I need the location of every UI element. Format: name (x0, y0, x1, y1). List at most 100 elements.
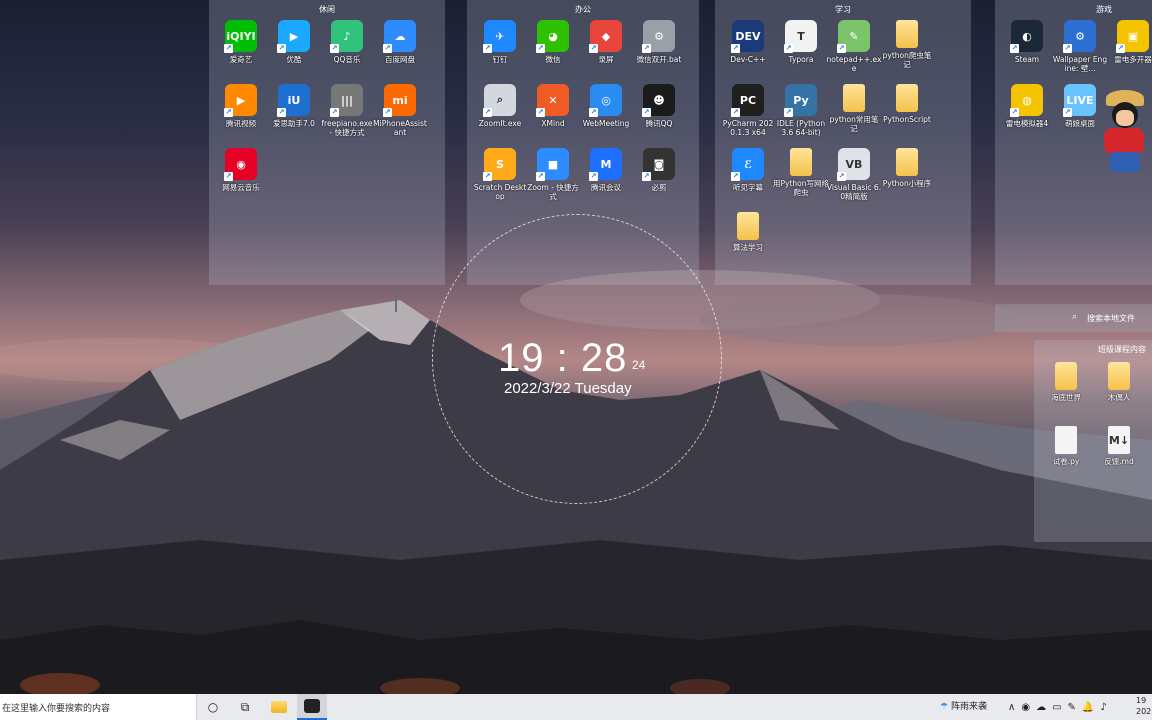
desktop-icon[interactable]: ◐ ↗ Steam (999, 20, 1055, 64)
desktop-icon-label: 必剪 (651, 183, 667, 192)
desktop-icon[interactable]: M ↗ 腾讯会议 (578, 148, 634, 192)
taskbar-search-box[interactable]: 在这里输入你要搜索的内容 (0, 694, 197, 720)
desktop-icon[interactable]: python常用笔记 (826, 84, 882, 133)
desktop-icon[interactable]: ⚙ ↗ Wallpaper Engine: 壁... (1052, 20, 1108, 73)
desktop-icon[interactable]: PythonScript (879, 84, 935, 124)
app-icon: ⚙ ↗ (1063, 20, 1096, 53)
desktop-icon[interactable]: 海底世界 (1038, 362, 1094, 402)
tray-icon[interactable]: ∧ (1008, 702, 1015, 713)
desktop-icon[interactable]: DEV ↗ Dev-C++ (720, 20, 776, 64)
clock-time: 19 : 28 (498, 336, 628, 380)
shortcut-arrow-icon: ↗ (277, 44, 286, 53)
app-icon: ✎ ↗ (837, 20, 870, 53)
desktop-icon-label: 微信双开.bat (636, 55, 682, 64)
weather-widget[interactable]: ☂ 阵雨来袭 (940, 699, 987, 712)
app-icon: ◍ ↗ (1010, 84, 1043, 117)
desktop-icon[interactable]: Py ↗ IDLE (Python 3.6 64-bit) (773, 84, 829, 137)
app-icon: ✕ ↗ (536, 84, 569, 117)
system-tray: ∧ ◉ ☁ ▭ ✎ 🔔 ♪ (1008, 694, 1107, 720)
shortcut-arrow-icon: ↗ (731, 172, 740, 181)
desktop-icon[interactable]: ■ ↗ Zoom - 快捷方式 (525, 148, 581, 201)
local-file-search[interactable]: ⌕ 搜索本地文件 (995, 304, 1152, 332)
desktop-icon[interactable]: ☻ ↗ 腾讯QQ (631, 84, 687, 128)
desktop-icon[interactable]: VB ↗ Visual Basic 6.0精简版 (826, 148, 882, 201)
desktop-icon[interactable]: mi ↗ MiPhoneAssistant (372, 84, 428, 137)
desktop-icon[interactable]: T ↗ Typora (773, 20, 829, 64)
desktop-icon[interactable]: S ↗ Scratch Desktop (472, 148, 528, 201)
shortcut-arrow-icon: ↗ (536, 44, 545, 53)
desktop-icon[interactable]: python爬虫笔记 (879, 20, 935, 69)
desktop-icon[interactable]: ◙ ↗ 必剪 (631, 148, 687, 192)
desktop-icon[interactable]: ✎ ↗ notepad++.exe (826, 20, 882, 73)
desktop-icon-label: Python小程序 (882, 179, 932, 188)
folder-icon (843, 84, 865, 112)
desktop-icon[interactable]: ◆ ↗ 录屏 (578, 20, 634, 64)
task-view-icon: ⧉ (240, 699, 250, 714)
tray-icon[interactable]: ☁ (1036, 702, 1046, 713)
desktop-icon[interactable]: ◍ ↗ 雷电模拟器4 (999, 84, 1055, 128)
shortcut-arrow-icon: ↗ (224, 108, 233, 117)
file-search-placeholder: 搜索本地文件 (1087, 314, 1135, 323)
app-icon: T ↗ (784, 20, 817, 53)
bijian-app-button[interactable] (297, 694, 327, 720)
desktop-icon[interactable]: ☁ ↗ 百度网盘 (372, 20, 428, 64)
desktop-icon[interactable]: M↓ 反馈.md (1091, 426, 1147, 466)
desktop-icon[interactable]: ⌕ ↗ ZoomIt.exe (472, 84, 528, 128)
shortcut-arrow-icon: ↗ (1063, 44, 1072, 53)
folder-icon (737, 212, 759, 240)
shortcut-arrow-icon: ↗ (642, 108, 651, 117)
desktop-icon[interactable]: ♪ ↗ QQ音乐 (319, 20, 375, 64)
desktop-icon[interactable]: iU ↗ 爱思助手7.0 (266, 84, 322, 128)
desktop-icon[interactable]: ◉ ↗ 网易云音乐 (213, 148, 269, 192)
taskbar-clock[interactable]: 19 202 (1136, 695, 1151, 717)
desktop-icon[interactable]: ⚙ ↗ 微信双开.bat (631, 20, 687, 64)
desktop-icon[interactable]: ▶ ↗ 腾讯视频 (213, 84, 269, 128)
desktop-icon[interactable]: 用Python写网络爬虫 (773, 148, 829, 197)
shortcut-arrow-icon: ↗ (483, 172, 492, 181)
shortcut-arrow-icon: ↗ (837, 172, 846, 181)
desktop-icon[interactable]: PC ↗ PyCharm 2020.1.3 x64 (720, 84, 776, 137)
desktop-icon[interactable]: ◕ ↗ 微信 (525, 20, 581, 64)
desktop-icon[interactable]: ✈ ↗ 钉钉 (472, 20, 528, 64)
desktop-icon[interactable]: ◎ ↗ WebMeeting (578, 84, 634, 128)
desktop-icon-label: notepad++.exe (826, 55, 882, 73)
tray-icon[interactable]: ♪ (1100, 702, 1106, 713)
desktop-icon[interactable]: ℰ ↗ 听见字幕 (720, 148, 776, 192)
shortcut-arrow-icon: ↗ (383, 108, 392, 117)
shortcut-arrow-icon: ↗ (224, 172, 233, 181)
fence-title: 休闲 (319, 5, 335, 14)
file-explorer-button[interactable] (264, 694, 294, 720)
desktop-icon-label: QQ音乐 (333, 55, 361, 64)
task-view-button[interactable]: ⧉ (230, 694, 260, 720)
app-icon: S ↗ (483, 148, 516, 181)
desktop-icon[interactable]: ✕ ↗ XMind (525, 84, 581, 128)
shortcut-arrow-icon: ↗ (731, 108, 740, 117)
desktop-icon-label: Steam (1014, 55, 1040, 64)
cortana-button[interactable]: ○ (198, 694, 228, 720)
fence-title: 班级课程内容 (1098, 345, 1146, 354)
tray-icon[interactable]: ▭ (1052, 702, 1061, 713)
desktop-icon-label: 百度网盘 (385, 55, 415, 64)
desktop-icon[interactable]: ▶ ↗ 优酷 (266, 20, 322, 64)
desktop-icon[interactable]: ||| ↗ freepiano.exe - 快捷方式 (319, 84, 375, 137)
app-icon: ■ ↗ (536, 148, 569, 181)
desktop-icon[interactable]: 木偶人 (1091, 362, 1147, 402)
desktop-icon[interactable]: 试卷.py (1038, 426, 1094, 466)
shortcut-arrow-icon: ↗ (330, 108, 339, 117)
app-icon: DEV ↗ (731, 20, 764, 53)
tray-icon[interactable]: ◉ (1021, 702, 1030, 713)
desktop-icon-label: 用Python写网络爬虫 (773, 179, 829, 197)
desktop-icon[interactable]: iQIYI ↗ 爱奇艺 (213, 20, 269, 64)
shortcut-arrow-icon: ↗ (642, 44, 651, 53)
desktop-icon-label: 雷电模拟器4 (1005, 119, 1049, 128)
shortcut-arrow-icon: ↗ (483, 108, 492, 117)
app-icon: ◉ ↗ (224, 148, 257, 181)
tray-icon[interactable]: ✎ (1068, 702, 1076, 713)
search-icon: ⌕ (1072, 312, 1078, 322)
desktop-icon[interactable]: ▣ ↗ 雷电多开器 (1105, 20, 1152, 64)
desktop-icon[interactable]: Python小程序 (879, 148, 935, 188)
tray-icon[interactable]: 🔔 (1082, 702, 1094, 713)
fence-title: 游戏 (1096, 5, 1112, 14)
shortcut-arrow-icon: ↗ (1010, 108, 1019, 117)
desktop-icon[interactable]: 算法学习 (720, 212, 776, 252)
